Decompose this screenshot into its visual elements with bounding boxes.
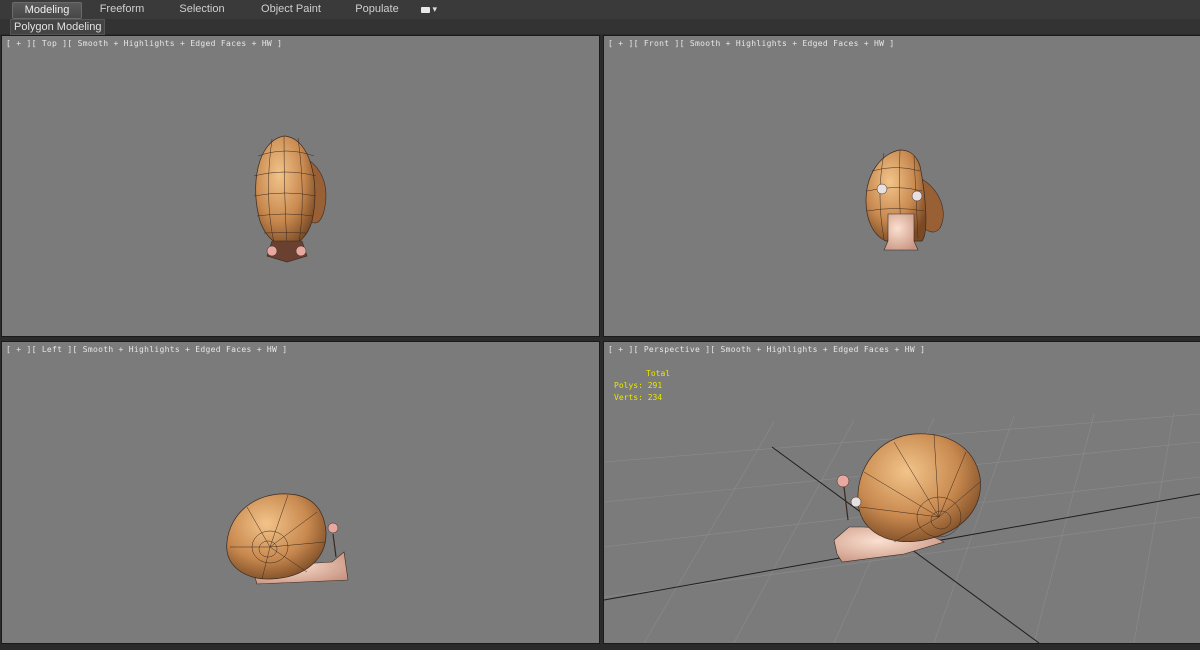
viewport-perspective[interactable]: [ + ][ Perspective ][ Smooth + Highlight… — [603, 341, 1200, 644]
snail-left-view — [226, 493, 349, 585]
tab-populate[interactable]: Populate — [348, 2, 406, 17]
snail-top-view — [253, 135, 327, 263]
status-strip — [0, 644, 1200, 650]
ribbon-toggle-icon — [421, 6, 430, 13]
ribbon-options-button[interactable]: ▾ — [421, 4, 439, 15]
tab-object-paint[interactable]: Object Paint — [255, 2, 327, 17]
snail-front-view — [865, 149, 944, 251]
viewport-left[interactable]: [ + ][ Left ][ Smooth + Highlights + Edg… — [1, 341, 600, 644]
tab-freeform[interactable]: Freeform — [92, 2, 152, 17]
viewport-top[interactable]: [ + ][ Top ][ Smooth + Highlights + Edge… — [1, 35, 600, 337]
perspective-scene — [604, 411, 1200, 643]
tab-modeling[interactable]: Modeling — [12, 2, 82, 19]
viewport-front[interactable]: [ + ][ Front ][ Smooth + Highlights + Ed… — [603, 35, 1200, 337]
polygon-modeling-panel-label[interactable]: Polygon Modeling — [10, 19, 106, 35]
tab-selection[interactable]: Selection — [172, 2, 232, 17]
ribbon-sub-bar: Polygon Modeling — [0, 19, 1200, 35]
ribbon-tab-bar: Modeling Freeform Selection Object Paint… — [0, 0, 1200, 20]
